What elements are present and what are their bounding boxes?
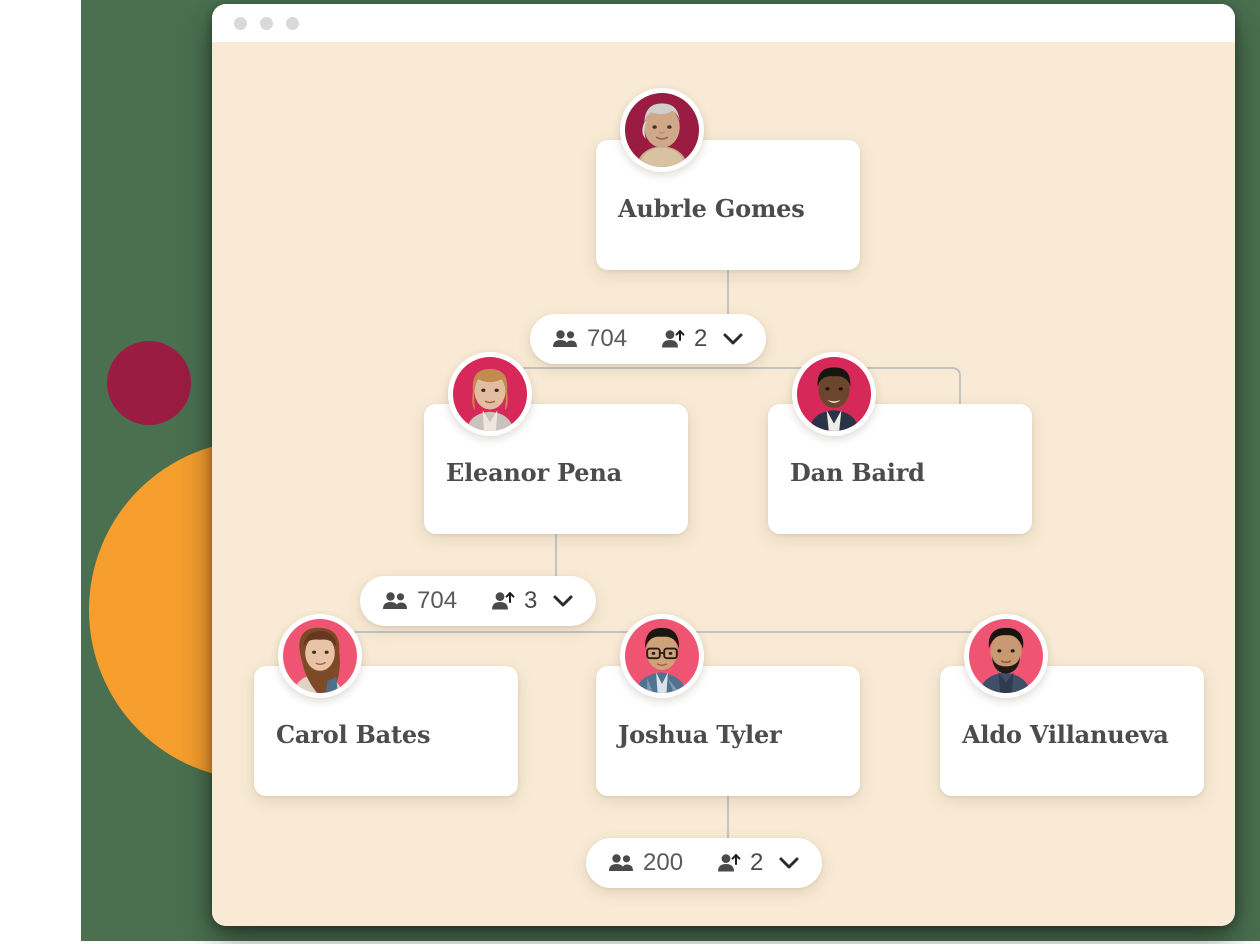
node-name: Eleanor Pena [446,458,622,487]
browser-titlebar [212,4,1235,42]
people-group-icon [383,592,407,609]
avatar-portrait-icon [969,619,1043,693]
avatar-aubrle-gomes[interactable] [620,88,704,172]
promotions-count: 2 [694,325,708,352]
people-group-icon [553,330,577,347]
pill-level-1[interactable]: 704 2 [530,314,767,364]
node-name: Dan Baird [790,458,925,487]
browser-window: Aubrle Gomes 704 2 Eleanor Pena Dan Bair… [212,4,1235,926]
promotions-count: 3 [524,587,538,614]
avatar-dan-baird[interactable] [792,352,876,436]
pill-level-3[interactable]: 200 2 [586,838,823,888]
org-chart-canvas: Aubrle Gomes 704 2 Eleanor Pena Dan Bair… [212,42,1235,926]
avatar-eleanor-pena[interactable] [448,352,532,436]
person-arrow-up-icon [662,330,685,348]
minimize-dot[interactable] [260,16,273,30]
promotions-group[interactable]: 2 [717,849,763,877]
promotions-group[interactable]: 3 [491,587,537,615]
members-count: 704 [587,325,628,352]
chevron-down-icon[interactable] [778,856,800,870]
avatar-portrait-icon [625,619,699,693]
node-name: Aldo Villanueva [962,720,1169,749]
close-dot[interactable] [234,16,247,30]
avatar-carol-bates[interactable] [278,614,362,698]
members-group[interactable]: 704 [382,587,457,615]
avatar-portrait-icon [283,619,357,693]
avatar-portrait-icon [797,357,871,431]
avatar-portrait-icon [625,93,699,167]
pill-level-2[interactable]: 704 3 [360,576,597,626]
decorative-circle-maroon [107,341,191,425]
members-group[interactable]: 704 [552,325,627,353]
node-name: Aubrle Gomes [618,194,805,223]
avatar-aldo-villanueva[interactable] [964,614,1048,698]
avatar-portrait-icon [453,357,527,431]
promotions-count: 2 [750,849,764,876]
members-group[interactable]: 200 [608,849,683,877]
members-count: 704 [417,587,458,614]
node-name: Joshua Tyler [618,720,782,749]
chevron-down-icon[interactable] [552,594,574,608]
maximize-dot[interactable] [286,16,299,30]
people-group-icon [609,854,633,871]
members-count: 200 [643,849,684,876]
node-name: Carol Bates [276,720,431,749]
person-arrow-up-icon [492,592,515,610]
chevron-down-icon[interactable] [722,332,744,346]
promotions-group[interactable]: 2 [661,325,707,353]
avatar-joshua-tyler[interactable] [620,614,704,698]
person-arrow-up-icon [718,854,741,872]
